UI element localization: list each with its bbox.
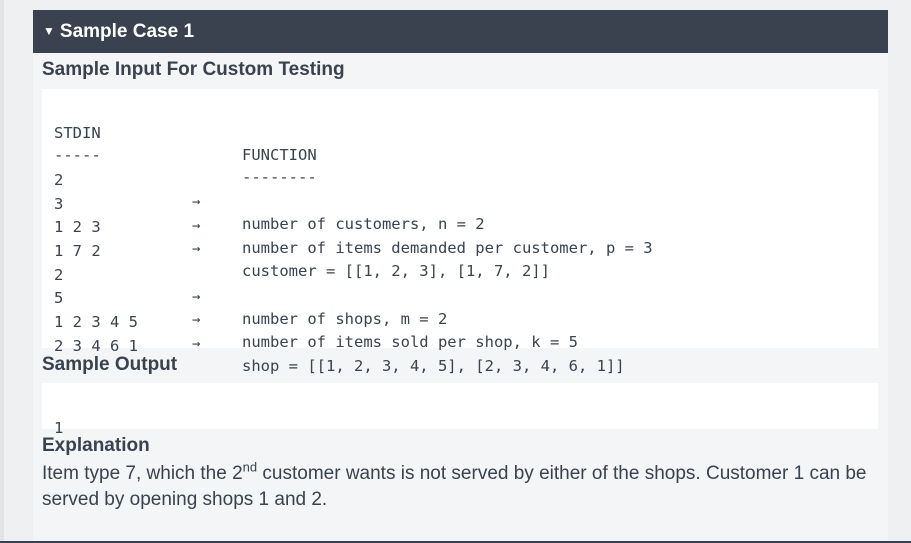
function-description: number of items sold per shop, k = 5 xyxy=(242,333,578,351)
ordinal-suffix: nd xyxy=(242,459,258,475)
input-row: 1 2 3 4 5 → shop = [[1, 2, 3, 4, 5], [2,… xyxy=(42,289,625,375)
input-row: 2 → number of shops, m = 2 xyxy=(42,242,447,328)
input-row: 2 → number of customers, n = 2 xyxy=(42,147,485,233)
arrow-icon: → xyxy=(192,336,201,352)
sample-input-heading: Sample Input For Custom Testing xyxy=(42,59,345,80)
collapse-triangle-icon[interactable]: ▼ xyxy=(43,24,55,38)
arrow-icon: → xyxy=(192,241,201,257)
sample-case-header[interactable]: ▼ Sample Case 1 xyxy=(33,10,888,53)
sample-input-box: STDIN FUNCTION ----- -------- 2 → number… xyxy=(42,89,878,375)
input-row: 2 3 4 6 1 xyxy=(42,313,138,355)
arrow-icon: → xyxy=(192,218,201,234)
function-description: number of shops, m = 2 xyxy=(242,310,448,328)
left-edge xyxy=(0,0,4,543)
input-row: 1 2 3 → customer = [[1, 2, 3], [1, 7, 2]… xyxy=(42,194,550,280)
function-description: customer = [[1, 2, 3], [1, 7, 2]] xyxy=(242,262,550,280)
sample-output-box: 1 xyxy=(42,383,878,437)
explanation-text-part: Item type 7, which the 2 xyxy=(42,463,243,484)
function-header: FUNCTION xyxy=(242,146,317,164)
arrow-icon: → xyxy=(192,312,201,328)
arrow-icon: → xyxy=(192,194,201,210)
header-row: STDIN FUNCTION xyxy=(42,100,317,164)
sample-case-content: Sample Input For Custom Testing STDIN FU… xyxy=(33,53,888,541)
sample-case-title: Sample Case 1 xyxy=(59,20,195,42)
explanation-text: Item type 7, which the 2nd customer want… xyxy=(42,461,882,513)
input-row: 3 → number of items demanded per custome… xyxy=(42,171,653,257)
divider-row: ----- -------- xyxy=(42,122,317,186)
function-description: number of customers, n = 2 xyxy=(242,215,485,233)
function-divider: -------- xyxy=(242,168,317,186)
output-row: 1 xyxy=(42,395,98,437)
explanation-heading: Explanation xyxy=(42,435,150,456)
arrow-icon: → xyxy=(192,289,201,305)
function-description: shop = [[1, 2, 3, 4, 5], [2, 3, 4, 6, 1]… xyxy=(242,357,625,375)
input-row: 5 → number of items sold per shop, k = 5 xyxy=(42,265,578,351)
input-row: 1 7 2 xyxy=(42,218,101,260)
sample-output-heading: Sample Output xyxy=(42,354,178,375)
function-description: number of items demanded per customer, p… xyxy=(242,239,653,257)
